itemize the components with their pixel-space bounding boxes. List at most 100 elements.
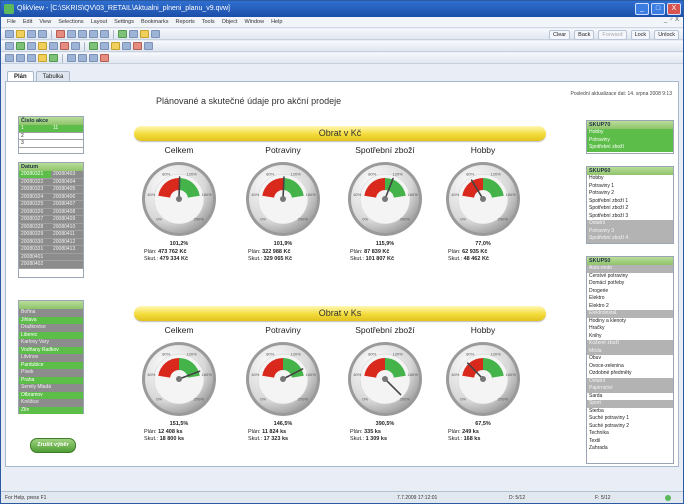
list-item[interactable] <box>51 253 83 261</box>
list-item[interactable]: Liberec <box>19 331 83 339</box>
redo-icon[interactable] <box>100 30 109 38</box>
listbox-icon[interactable] <box>5 42 14 50</box>
list-item[interactable]: Spotřební zboží 4 <box>587 235 673 243</box>
list-item[interactable]: Hodiny a klenoty <box>587 317 673 325</box>
listbox-header[interactable]: SKUP50 <box>587 257 673 265</box>
list-item[interactable]: Spotřební zboží 1 <box>587 197 673 205</box>
clear-button[interactable]: Clear <box>549 30 571 40</box>
listbox-skup50[interactable]: SKUP50 Auto-moto Cerstvé potraviny Domácí … <box>586 256 674 464</box>
menu-help[interactable]: Help <box>271 19 282 25</box>
list-item[interactable]: Zlín <box>19 406 83 414</box>
cut-icon[interactable] <box>56 30 65 38</box>
align-center-icon[interactable] <box>78 54 87 62</box>
list-item[interactable]: Elektro <box>587 295 673 303</box>
list-item[interactable]: Ostatní <box>587 220 673 228</box>
lock-button[interactable]: Lock <box>630 30 651 40</box>
list-item[interactable]: Potraviny 1 <box>587 182 673 190</box>
list-item[interactable]: 20080410 <box>51 223 83 231</box>
list-item[interactable]: Ozdobné předměty <box>587 370 673 378</box>
list-item[interactable]: 3 <box>19 140 51 148</box>
list-item[interactable]: Elektroinstal. <box>587 310 673 318</box>
list-item[interactable]: 20080408 <box>51 208 83 216</box>
list-item[interactable]: Písek <box>19 369 83 377</box>
list-item[interactable]: Móda <box>587 347 673 355</box>
listbox-header[interactable]: Datum <box>19 163 83 171</box>
list-item[interactable]: 20080331 <box>19 246 51 254</box>
list-item[interactable]: Karlovy Vary <box>19 339 83 347</box>
grid-icon[interactable] <box>144 42 153 50</box>
textbox-icon[interactable] <box>38 42 47 50</box>
list-item[interactable]: 20080401 <box>19 253 51 261</box>
list-item[interactable]: 20080323 <box>19 186 51 194</box>
list-item[interactable]: Spotřební zboží 2 <box>587 205 673 213</box>
menu-edit[interactable]: Edit <box>23 19 32 25</box>
line-icon[interactable] <box>60 42 69 50</box>
list-item[interactable]: Auto-moto <box>587 265 673 273</box>
menu-selections[interactable]: Selections <box>58 19 83 25</box>
list-item[interactable]: 20080330 <box>19 238 51 246</box>
minimize-button[interactable]: _ <box>635 3 649 15</box>
list-item[interactable]: 20080412 <box>51 238 83 246</box>
align-right-icon[interactable] <box>89 54 98 62</box>
clear-selection-button[interactable]: Zrušit výběr <box>30 438 76 453</box>
list-item[interactable]: Sarda <box>587 392 673 400</box>
listbox-cislo-akce[interactable]: Číslo akce 1 11 2 3 <box>18 116 84 154</box>
menu-tools[interactable]: Tools <box>202 19 215 25</box>
pie-chart-icon[interactable] <box>100 42 109 50</box>
gauge-chart-icon[interactable] <box>111 42 120 50</box>
list-item[interactable]: 1 <box>19 125 51 133</box>
open-icon[interactable] <box>16 30 25 38</box>
copy-icon[interactable] <box>67 30 76 38</box>
list-item[interactable]: 20080326 <box>19 208 51 216</box>
list-item[interactable]: Spotřební zboží 3 <box>587 212 673 220</box>
list-item[interactable] <box>51 132 83 140</box>
border-icon[interactable] <box>100 54 109 62</box>
tab-tabulka[interactable]: Tabulka <box>35 71 71 81</box>
list-item[interactable]: 20080322 <box>19 178 51 186</box>
bar-chart-icon[interactable] <box>89 42 98 50</box>
listbox-header[interactable] <box>19 301 83 309</box>
menu-object[interactable]: Object <box>222 19 238 25</box>
mdi-controls[interactable]: _ ♂ X <box>664 17 679 23</box>
list-item[interactable]: Hobby <box>587 129 673 137</box>
close-button[interactable]: X <box>667 3 681 15</box>
align-left-icon[interactable] <box>67 54 76 62</box>
list-item[interactable]: Elektro 2 <box>587 302 673 310</box>
list-item[interactable]: Suché potraviny 2 <box>587 422 673 430</box>
undo-icon[interactable] <box>89 30 98 38</box>
list-item[interactable]: Knihy <box>587 332 673 340</box>
list-item[interactable]: 20080327 <box>19 216 51 224</box>
list-item[interactable]: 20080404 <box>51 178 83 186</box>
table-icon[interactable] <box>27 42 36 50</box>
listbox-stores[interactable]: Bořina Jihlava Dražkovice Liberec Karlovy Va… <box>18 300 84 414</box>
list-item[interactable]: Potraviny 3 <box>587 227 673 235</box>
color-icon[interactable] <box>38 54 47 62</box>
listbox-header[interactable]: SKUP70 <box>587 121 673 129</box>
list-item[interactable]: 20080409 <box>51 216 83 224</box>
properties-icon[interactable] <box>151 30 160 38</box>
list-item[interactable]: Vodňany Radkov <box>19 346 83 354</box>
align-icon[interactable] <box>133 42 142 50</box>
list-item[interactable]: 20080329 <box>19 231 51 239</box>
bold-icon[interactable] <box>16 54 25 62</box>
menu-settings[interactable]: Settings <box>114 19 134 25</box>
pivot-icon[interactable] <box>122 42 131 50</box>
list-item[interactable]: Hračky <box>587 325 673 333</box>
menu-view[interactable]: View <box>39 19 51 25</box>
list-item[interactable]: Ostatní <box>587 377 673 385</box>
list-item[interactable]: Suché potraviny 1 <box>587 415 673 423</box>
list-item[interactable]: Litvínov <box>19 354 83 362</box>
list-item[interactable]: Pardubice <box>19 361 83 369</box>
print-icon[interactable] <box>38 30 47 38</box>
list-item[interactable]: Sport <box>587 400 673 408</box>
list-item[interactable]: 20080325 <box>19 201 51 209</box>
save-icon[interactable] <box>27 30 36 38</box>
list-item[interactable]: Textil <box>587 437 673 445</box>
list-item[interactable]: Semily Mladá <box>19 384 83 392</box>
list-item[interactable]: Spotřební zboží <box>587 144 673 152</box>
list-item[interactable]: 20080413 <box>51 246 83 254</box>
list-item[interactable]: Olbramov <box>19 391 83 399</box>
list-item[interactable]: Papírnictví <box>587 385 673 393</box>
menu-reports[interactable]: Reports <box>175 19 194 25</box>
list-item[interactable]: Dražkovice <box>19 324 83 332</box>
